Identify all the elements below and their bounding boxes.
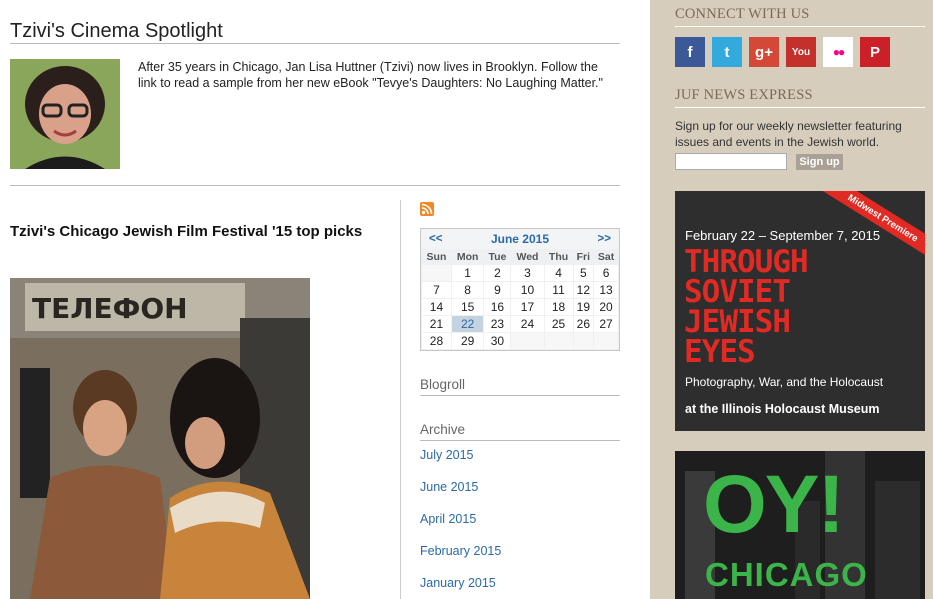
holocaust-museum-ad[interactable]: Midwest Premiere February 22 – September…: [675, 191, 925, 431]
archive-title: Archive: [420, 422, 620, 441]
calendar-day[interactable]: 21: [422, 316, 451, 332]
calendar-day[interactable]: 19: [573, 299, 594, 315]
calendar-weekday: Thu: [544, 250, 573, 264]
calendar-weekday: Sun: [422, 250, 451, 264]
oy-logo-text: OY!: [703, 459, 845, 550]
ad-ribbon: Midwest Premiere: [818, 191, 925, 263]
calendar-day[interactable]: 18: [544, 299, 573, 315]
calendar-day[interactable]: 23: [484, 316, 511, 332]
youtube-icon[interactable]: You: [786, 37, 816, 67]
newsletter-text: Sign up for our weekly newsletter featur…: [675, 119, 902, 149]
calendar-day[interactable]: 8: [451, 282, 484, 298]
calendar-day[interactable]: 14: [422, 299, 451, 315]
calendar-empty-cell: [511, 333, 544, 349]
ad-subtitle: Photography, War, and the Holocaust: [685, 375, 884, 389]
archive-link[interactable]: February 2015: [420, 544, 501, 576]
calendar-month-label[interactable]: June 2015: [491, 232, 549, 246]
calendar-day[interactable]: 17: [511, 299, 544, 315]
calendar-empty-cell: [573, 333, 594, 349]
calendar-day[interactable]: 10: [511, 282, 544, 298]
ad-headline-line: SOVIET: [684, 274, 791, 310]
juf-news-heading: JUF NEWS EXPRESS: [675, 87, 925, 108]
ad-venue: at the Illinois Holocaust Museum: [685, 402, 880, 416]
main-column: Tzivi's Cinema Spotlight After 35 years …: [10, 0, 620, 599]
calendar-day[interactable]: 3: [511, 265, 544, 281]
calendar-day[interactable]: 11: [544, 282, 573, 298]
author-bio: After 35 years in Chicago, Jan Lisa Hutt…: [138, 60, 603, 90]
calendar-day[interactable]: 29: [451, 333, 484, 349]
calendar-day[interactable]: 2: [484, 265, 511, 281]
header-divider: [10, 185, 620, 186]
author-photo: [10, 59, 120, 169]
twitter-icon[interactable]: t: [712, 37, 742, 67]
calendar-day[interactable]: 12: [573, 282, 594, 298]
calendar-weekday: Wed: [511, 250, 544, 264]
social-links: f t g+ You ●● P: [675, 37, 890, 67]
calendar-day[interactable]: 13: [594, 282, 618, 298]
calendar-day[interactable]: 25: [544, 316, 573, 332]
calendar-week-row: 14 15 16 17 18 19 20: [422, 299, 618, 315]
right-sidebar: CONNECT WITH US f t g+ You ●● P JUF NEWS…: [650, 0, 933, 599]
calendar-day[interactable]: 20: [594, 299, 618, 315]
column-divider: [400, 200, 401, 599]
calendar-header: << June 2015 >>: [421, 229, 619, 249]
ad-headline: THROUGH SOVIET JEWISH EYES: [684, 244, 809, 370]
ad-headline-line: THROUGH: [684, 244, 809, 280]
calendar-day[interactable]: 9: [484, 282, 511, 298]
archive-list: July 2015 June 2015 April 2015 February …: [420, 448, 501, 599]
calendar-day[interactable]: 15: [451, 299, 484, 315]
post-title[interactable]: Tzivi's Chicago Jewish Film Festival '15…: [10, 222, 370, 241]
calendar-weekday: Sat: [594, 250, 618, 264]
ad-dates: February 22 – September 7, 2015: [685, 228, 881, 243]
archive-link[interactable]: January 2015: [420, 576, 501, 599]
calendar-day[interactable]: 6: [594, 265, 618, 281]
calendar-empty-cell: [544, 333, 573, 349]
archive-link[interactable]: June 2015: [420, 480, 501, 512]
calendar-empty-cell: [594, 333, 618, 349]
calendar-day[interactable]: 5: [573, 265, 594, 281]
calendar-day[interactable]: 26: [573, 316, 594, 332]
googleplus-icon[interactable]: g+: [749, 37, 779, 67]
ad-headline-line: EYES: [684, 334, 756, 370]
calendar-day[interactable]: 28: [422, 333, 451, 349]
calendar-week-row: 7 8 9 10 11 12 13: [422, 282, 618, 298]
calendar-day[interactable]: 7: [422, 282, 451, 298]
calendar-day[interactable]: 24: [511, 316, 544, 332]
calendar-day[interactable]: 30: [484, 333, 511, 349]
blogroll-title: Blogroll: [420, 377, 620, 396]
archive-link[interactable]: July 2015: [420, 448, 501, 480]
facebook-icon[interactable]: f: [675, 37, 705, 67]
calendar-day[interactable]: 22: [451, 316, 484, 332]
calendar-week-row: 123456: [422, 265, 618, 281]
flickr-icon[interactable]: ●●: [823, 37, 853, 67]
blog-title[interactable]: Tzivi's Cinema Spotlight: [10, 20, 223, 43]
pinterest-icon[interactable]: P: [860, 37, 890, 67]
oy-chicago-ad[interactable]: OY! CHICAGO: [675, 451, 925, 599]
calendar-weekday: Tue: [484, 250, 511, 264]
calendar-weekday: Fri: [573, 250, 594, 264]
calendar-day[interactable]: 4: [544, 265, 573, 281]
calendar-day[interactable]: 27: [594, 316, 618, 332]
rss-icon[interactable]: [420, 202, 434, 216]
connect-heading: CONNECT WITH US: [675, 6, 925, 27]
calendar-week-row: 21 22 23 24 25 26 27: [422, 316, 618, 332]
title-divider: [10, 43, 620, 44]
oy-chicago-text: CHICAGO: [705, 556, 868, 593]
calendar-empty-cell: [422, 265, 451, 281]
newsletter-email-input[interactable]: [675, 153, 787, 170]
archive-link[interactable]: April 2015: [420, 512, 501, 544]
post-image-sign-text: ТЕЛЕФОН: [32, 292, 188, 325]
calendar-prev-button[interactable]: <<: [429, 233, 442, 245]
calendar-day[interactable]: 16: [484, 299, 511, 315]
calendar-widget: << June 2015 >> Sun Mon Tue Wed Thu Fri Sat 12…: [420, 228, 620, 351]
calendar-grid: Sun Mon Tue Wed Thu Fri Sat 1 2 3 4 5 6 7 8 9 10 11 12 13 1…: [421, 249, 619, 350]
calendar-next-button[interactable]: >>: [598, 233, 611, 245]
ad-headline-line: JEWISH: [684, 304, 791, 340]
calendar-day[interactable]: 1: [451, 265, 484, 281]
post-image[interactable]: ТЕЛЕФОН: [10, 278, 310, 599]
calendar-weekday: Mon: [451, 250, 484, 264]
calendar-week-row: 28 29 30: [422, 333, 618, 349]
signup-button[interactable]: Sign up: [796, 154, 843, 170]
